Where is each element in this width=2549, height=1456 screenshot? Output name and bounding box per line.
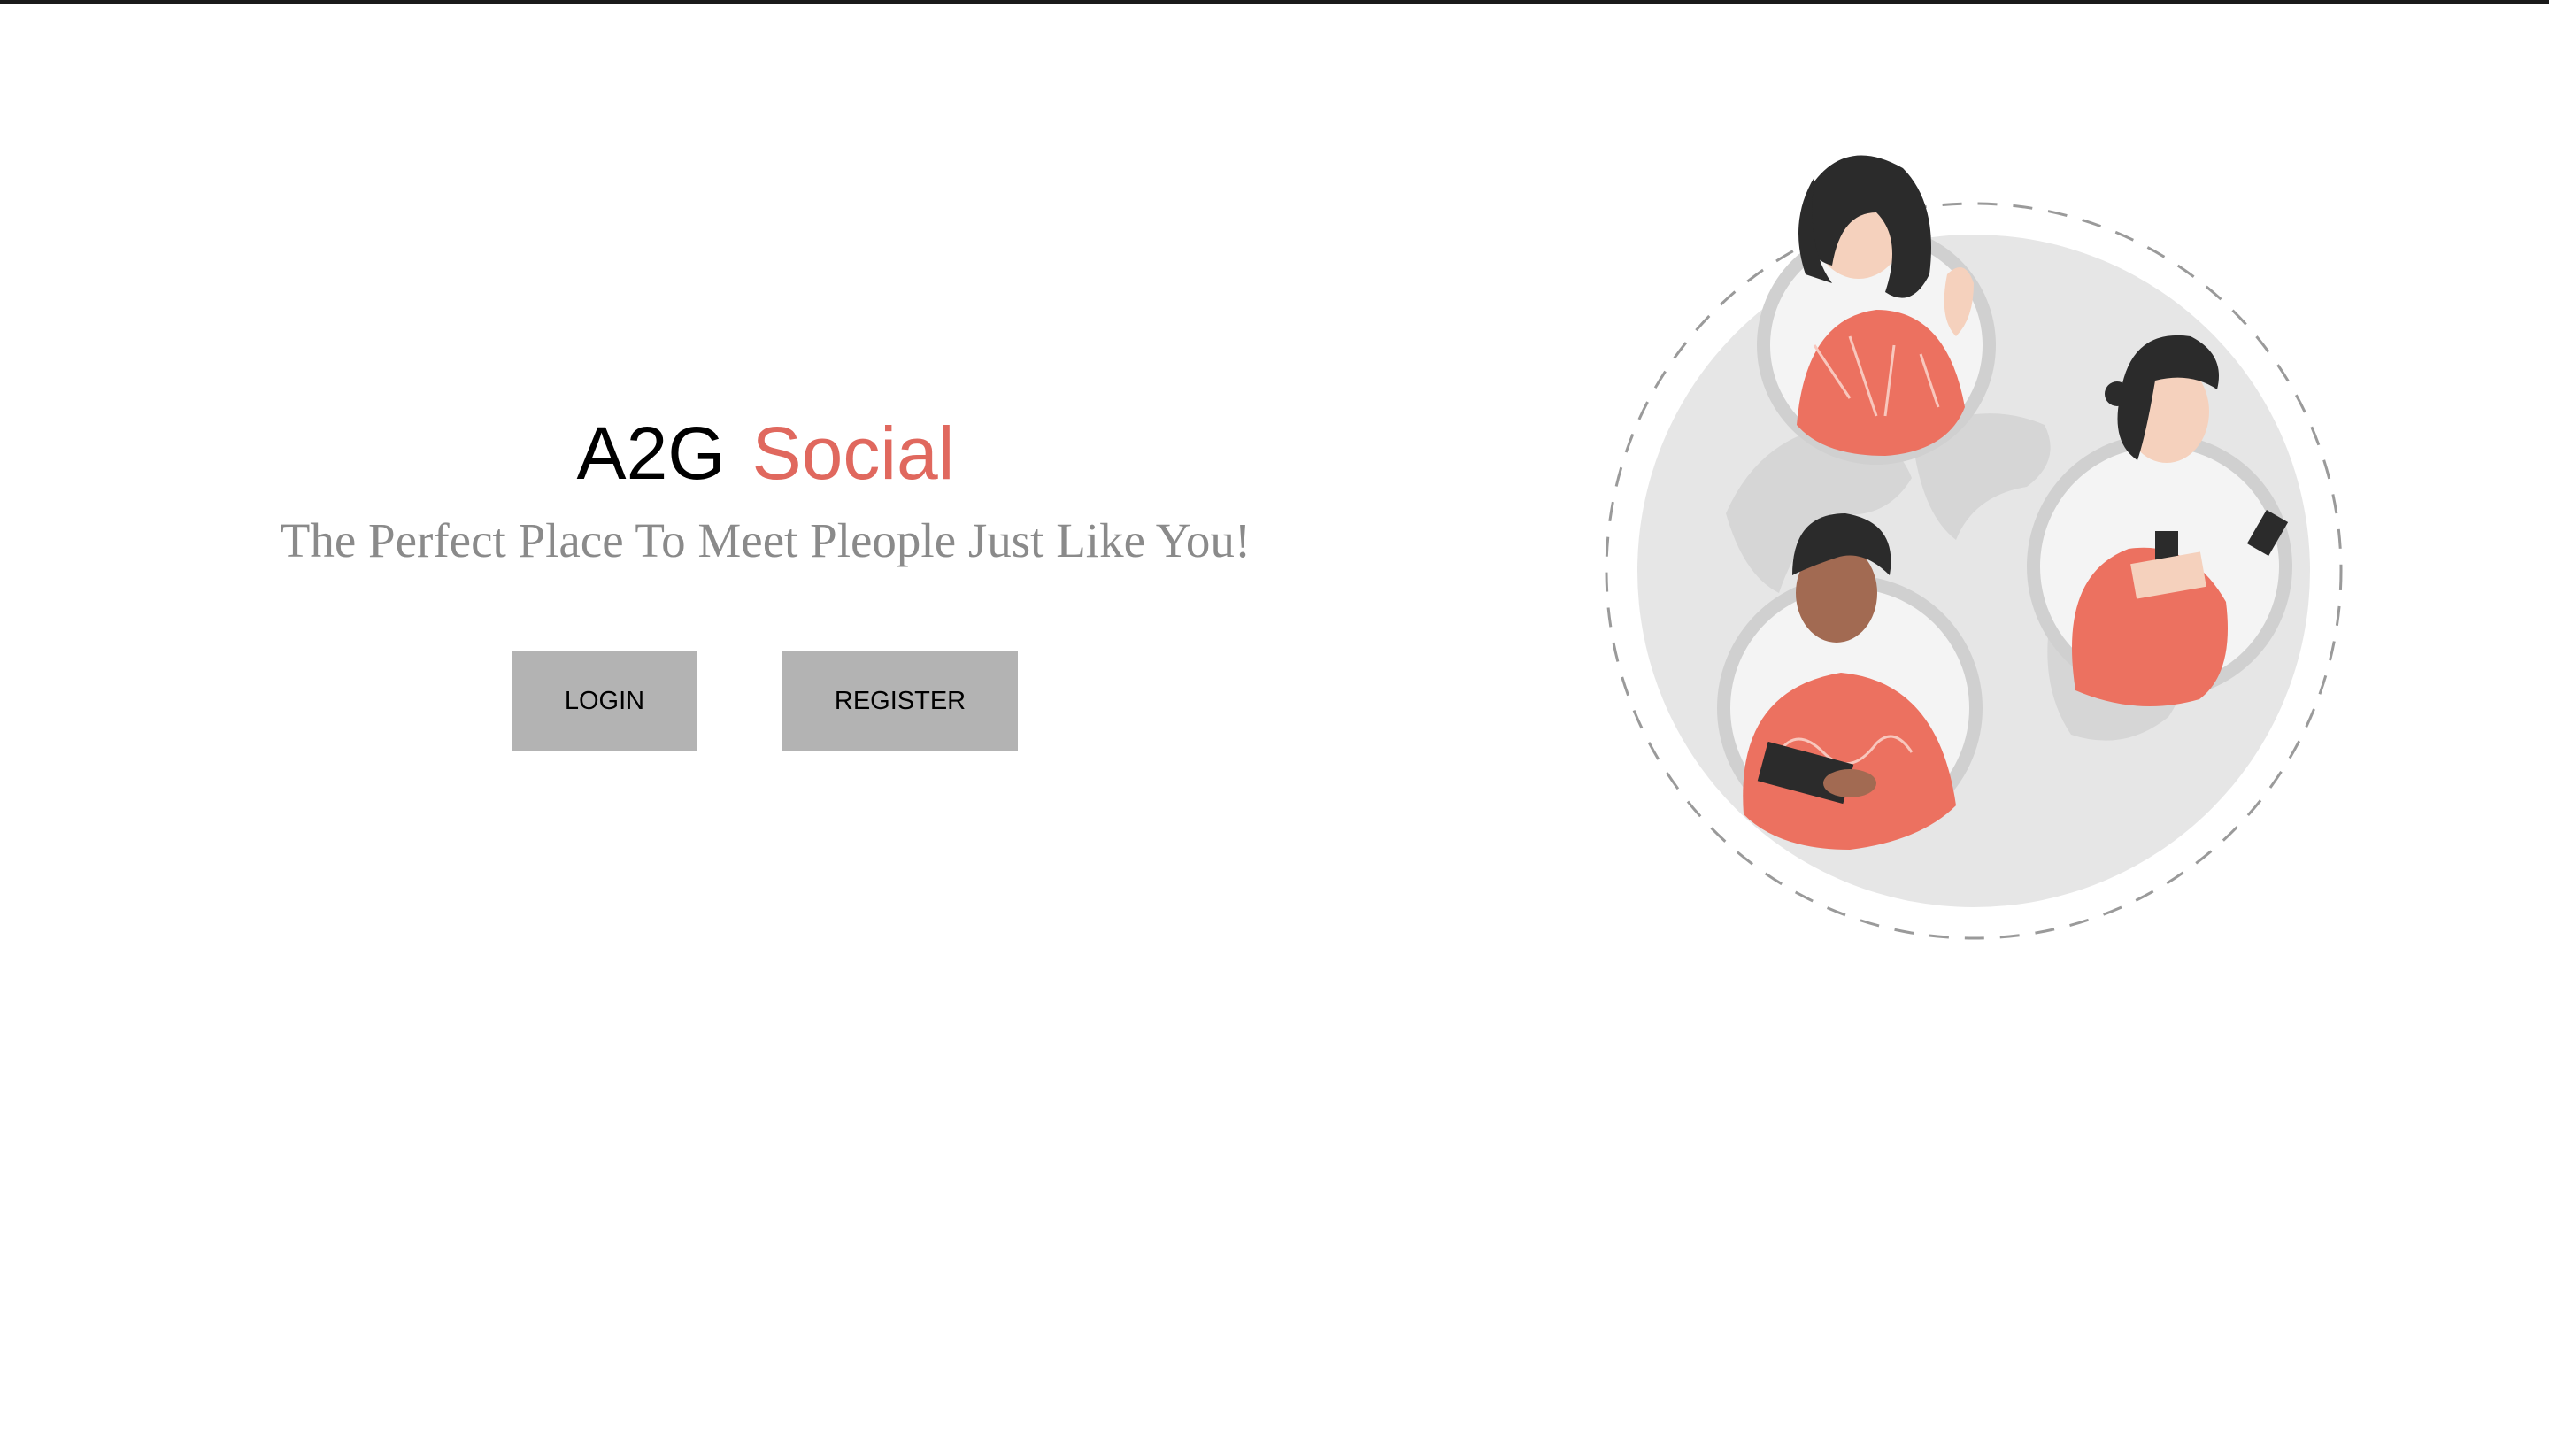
- brand-name-primary: A2G: [576, 412, 726, 495]
- brand-title: A2G Social: [0, 409, 1531, 497]
- globe-illustration-icon: [1605, 155, 2343, 940]
- register-button[interactable]: REGISTER: [782, 651, 1018, 751]
- brand-name-accent: Social: [751, 412, 955, 495]
- login-button[interactable]: LOGIN: [512, 651, 697, 751]
- tagline: The Perfect Place To Meet Pleople Just L…: [280, 513, 1251, 567]
- hero-section: A2G Social The Perfect Place To Meet Pleo…: [0, 0, 1531, 1456]
- people-globe-illustration: [1593, 142, 2372, 965]
